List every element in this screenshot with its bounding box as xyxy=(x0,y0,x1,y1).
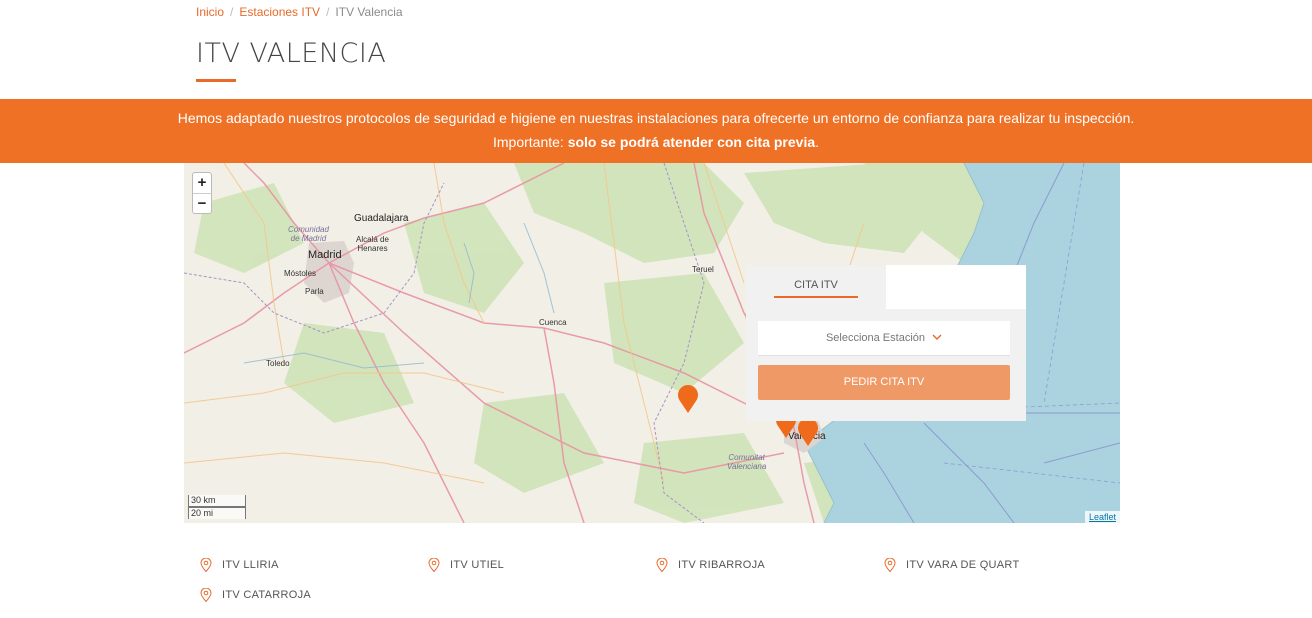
map-label-comunidad-madrid-line: de Madrid xyxy=(290,234,327,243)
map-label-comunitat-valenciana: Comunitat Valenciana xyxy=(727,453,766,471)
map-label-teruel: Teruel xyxy=(692,265,714,274)
tab-active-indicator xyxy=(774,296,858,298)
alert-banner: Hemos adaptado nuestros protocolos de se… xyxy=(0,99,1312,163)
map-label-comunidad-madrid-line: Comunidad xyxy=(288,225,329,234)
tab-empty xyxy=(886,265,1026,309)
station-name: ITV LLIRIA xyxy=(222,559,279,571)
map-label-cuenca: Cuenca xyxy=(539,318,567,327)
map-pin-icon xyxy=(200,558,212,572)
map-label-comunitat-line: Comunitat xyxy=(728,453,765,462)
alert-period: . xyxy=(815,134,820,150)
map-pin-icon xyxy=(428,558,440,572)
zoom-control: + − xyxy=(192,172,212,214)
station-name: ITV VARA DE QUART xyxy=(906,559,1020,571)
alert-line-1: Hemos adaptado nuestros protocolos de se… xyxy=(177,110,1135,126)
map-scale: 30 km 20 mi xyxy=(188,495,246,519)
station-link-catarroja[interactable]: ITV CATARROJA xyxy=(200,588,311,602)
page-title: ITV VALENCIA xyxy=(196,38,387,69)
map-label-comunidad-madrid: Comunidad de Madrid xyxy=(288,225,329,243)
station-name: ITV CATARROJA xyxy=(222,589,312,601)
alert-line-2: Importante: solo se podrá atender con ci… xyxy=(0,130,1312,154)
map-pin-icon xyxy=(884,558,896,572)
map-label-madrid: Madrid xyxy=(308,249,342,261)
station-link-lliria[interactable]: ITV LLIRIA xyxy=(200,558,279,572)
breadcrumb-separator: / xyxy=(230,5,234,19)
map-scale-km: 30 km xyxy=(188,495,246,507)
booking-tabs: CITA ITV xyxy=(746,265,1026,309)
station-link-vara-de-quart[interactable]: ITV VARA DE QUART xyxy=(884,558,1020,572)
map-pin-icon xyxy=(656,558,668,572)
booking-panel: CITA ITV Selecciona Estación PEDIR CITA … xyxy=(746,265,1026,421)
zoom-in-button[interactable]: + xyxy=(193,173,211,193)
pedir-cita-button[interactable]: PEDIR CITA ITV xyxy=(758,365,1010,400)
zoom-out-button[interactable]: − xyxy=(193,193,211,213)
tab-cita-itv[interactable]: CITA ITV xyxy=(746,265,886,309)
station-select-placeholder: Selecciona Estación xyxy=(825,332,925,344)
breadcrumb-separator: / xyxy=(326,5,330,19)
breadcrumb: Inicio / Estaciones ITV / ITV Valencia xyxy=(196,5,403,19)
map-pin-icon xyxy=(200,588,212,602)
map-label-parla: Parla xyxy=(305,287,324,296)
map-label-comunitat-line: Valenciana xyxy=(727,462,767,471)
breadcrumb-section-link[interactable]: Estaciones ITV xyxy=(239,5,320,19)
map-label-alcala: Alcalá de Henares xyxy=(356,235,389,253)
title-underline xyxy=(196,79,236,82)
map-label-guadalajara: Guadalajara xyxy=(354,213,409,224)
map-label-mostoles: Móstoles xyxy=(284,269,317,278)
breadcrumb-home-link[interactable]: Inicio xyxy=(196,5,224,19)
station-link-ribarroja[interactable]: ITV RIBARROJA xyxy=(656,558,765,572)
chevron-down-icon xyxy=(932,321,942,356)
alert-important-label: Importante: xyxy=(492,134,564,150)
station-name: ITV RIBARROJA xyxy=(678,559,766,571)
breadcrumb-current: ITV Valencia xyxy=(335,5,403,19)
map-marker-valencia[interactable] xyxy=(797,418,819,446)
map-label-toledo: Toledo xyxy=(266,359,290,368)
alert-important-text: solo se podrá atender con cita previa xyxy=(567,134,816,150)
station-name: ITV UTIEL xyxy=(450,559,505,571)
station-link-utiel[interactable]: ITV UTIEL xyxy=(428,558,504,572)
tab-cita-itv-label: CITA ITV xyxy=(794,279,838,291)
station-select[interactable]: Selecciona Estación xyxy=(758,321,1010,356)
map-label-alcala-line: Henares xyxy=(357,244,388,253)
map-scale-mi: 20 mi xyxy=(188,507,246,519)
map-marker-utiel[interactable] xyxy=(677,385,699,413)
map-label-alcala-line: Alcalá de xyxy=(356,235,389,244)
leaflet-attribution-link[interactable]: Leaflet xyxy=(1084,511,1120,523)
